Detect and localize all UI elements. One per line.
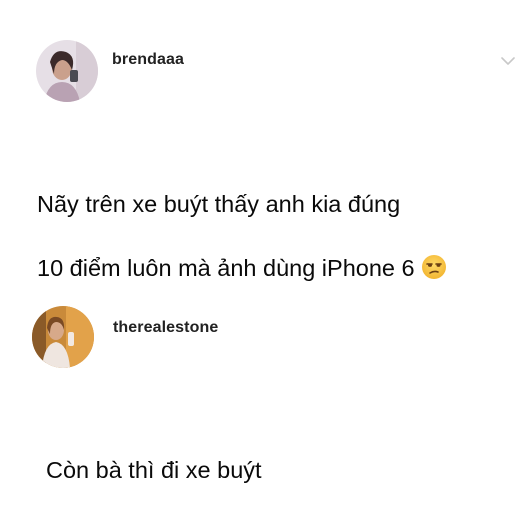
post-text-line: Nãy trên xe buýt thấy anh kia đúng: [37, 191, 401, 217]
chevron-down-icon[interactable]: [500, 56, 516, 66]
avatar[interactable]: [36, 40, 98, 102]
username[interactable]: therealestone: [113, 319, 218, 337]
post-text: Còn bà thì đi xe buýt: [46, 422, 262, 518]
post-therealestone: therealestone Còn bà thì đi xe buýt: [0, 260, 526, 508]
username[interactable]: brendaaa: [112, 51, 184, 69]
post-text-line: Còn bà thì đi xe buýt: [46, 457, 262, 483]
avatar-image: [32, 306, 94, 368]
avatar[interactable]: [32, 306, 94, 368]
avatar-image: [36, 40, 98, 102]
post-brendaaa: brendaaa Nãy trên xe buýt thấy anh kia đ…: [0, 0, 526, 281]
